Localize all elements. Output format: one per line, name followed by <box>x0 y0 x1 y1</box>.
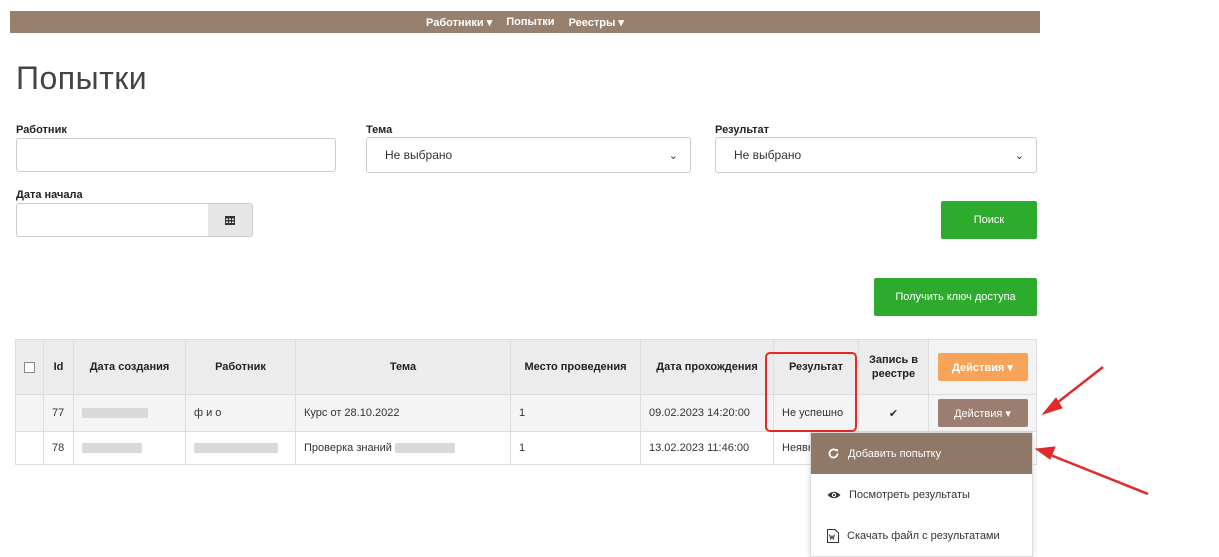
annotation-arrows <box>1034 366 1149 496</box>
red-arrow-icon <box>1034 446 1149 496</box>
red-arrow-icon <box>1041 366 1104 415</box>
